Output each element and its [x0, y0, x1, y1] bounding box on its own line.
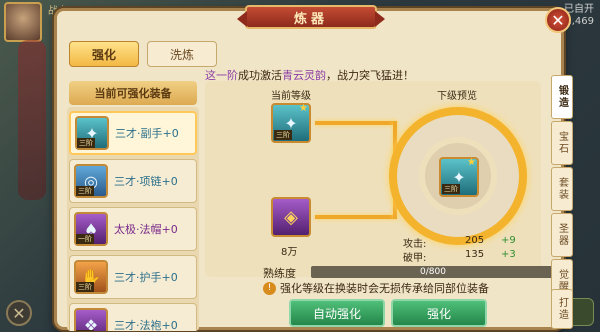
- stat-armor-pen-value: 135: [465, 249, 485, 260]
- tab-forge[interactable]: 锻造: [551, 75, 573, 119]
- warning-text: 强化等级在换装时会无损传承给同部位装备: [280, 282, 489, 295]
- robe-icon: ❖三阶: [74, 308, 108, 331]
- list-item[interactable]: ♠ 一阶 太极·法帽+0: [69, 207, 197, 251]
- tier-badge: 三阶: [274, 130, 292, 140]
- necklace-icon: ◎ 三阶: [74, 164, 108, 198]
- list-item[interactable]: ✦ 三阶 三才·副手+0: [69, 111, 197, 155]
- tier-badge: 三阶: [77, 138, 95, 148]
- current-level-label: 当前等级: [271, 91, 311, 102]
- list-item[interactable]: ✋ 三阶 三才·护手+0: [69, 255, 197, 299]
- item-name: 三才·法袍+0: [114, 319, 178, 331]
- panel-title: 炼器: [237, 5, 385, 29]
- connector-line: [315, 121, 395, 125]
- tier-badge: 一阶: [76, 234, 94, 244]
- cost-amount: 8万: [281, 247, 298, 258]
- tab-gems[interactable]: 宝石: [551, 121, 573, 165]
- warning-note: ! 强化等级在换装时会无损传承给同部位装备: [263, 280, 489, 296]
- bottom-close-icon[interactable]: ✕: [6, 300, 32, 326]
- tab-craft[interactable]: 打造: [551, 289, 573, 329]
- offhand-icon: ✦ 三阶: [75, 116, 109, 150]
- stat-attack-label: 攻击:: [403, 239, 427, 250]
- tier-badge: 三阶: [76, 186, 94, 196]
- material-slot[interactable]: ◈: [271, 197, 311, 237]
- coin-icon: ◈: [284, 206, 298, 228]
- tab-set[interactable]: 套装: [551, 167, 573, 211]
- tier-badge: 三阶: [442, 184, 460, 194]
- preview-label: 下级预览: [437, 91, 477, 102]
- preview-equipment-slot[interactable]: ✦ ★ 三阶: [439, 157, 479, 197]
- star-icon: ★: [299, 103, 308, 114]
- item-name: 三才·护手+0: [114, 271, 178, 284]
- list-item[interactable]: ❖三阶 三才·法袍+0: [69, 303, 197, 331]
- proficiency-bar: 0/800: [311, 266, 555, 278]
- star-icon: ★: [467, 157, 476, 168]
- proficiency-label: 熟练度: [263, 267, 296, 280]
- item-name: 三才·项链+0: [114, 175, 178, 188]
- forge-panel: 炼器 ✕ 强化 洗炼 这一阶成功激活青云灵韵，战力突飞猛进！ 当前可强化装备 ✦…: [54, 5, 573, 331]
- tier-badge: 三阶: [76, 330, 94, 331]
- close-icon[interactable]: ✕: [545, 7, 571, 33]
- strengthen-display: 当前等级 下级预览 ✦ ★ 三阶 ◈ 8万 ✦ ★ 三阶 攻击: 205 +9 …: [205, 81, 541, 277]
- gauntlet-icon: ✋ 三阶: [74, 260, 108, 294]
- info-icon: !: [263, 281, 276, 295]
- stat-armor-pen-label: 破甲:: [403, 253, 427, 264]
- tab-refine[interactable]: 洗炼: [147, 41, 217, 67]
- item-name: 三才·副手+0: [115, 127, 179, 140]
- item-name: 太极·法帽+0: [114, 223, 178, 236]
- connector-line: [315, 215, 395, 219]
- tier-badge: 三阶: [76, 282, 94, 292]
- current-equipment-slot[interactable]: ✦ ★ 三阶: [271, 103, 311, 143]
- equipment-list[interactable]: ✦ 三阶 三才·副手+0 ◎ 三阶 三才·项链+0 ♠ 一阶 太极·法帽+0 ✋ 三阶 …: [67, 107, 199, 331]
- strengthen-button[interactable]: 强化: [391, 299, 487, 327]
- auto-strengthen-button[interactable]: 自动强化: [289, 299, 385, 327]
- list-item[interactable]: ◎ 三阶 三才·项链+0: [69, 159, 197, 203]
- stat-attack-value: 205: [465, 235, 485, 246]
- equipment-list-header: 当前可强化装备: [69, 81, 197, 105]
- tab-artifact[interactable]: 圣器: [551, 213, 573, 257]
- hat-icon: ♠ 一阶: [74, 212, 108, 246]
- stat-attack-increase: +9: [501, 235, 516, 246]
- tab-strengthen[interactable]: 强化: [69, 41, 139, 67]
- scene-character: [18, 40, 46, 200]
- stat-armor-pen-increase: +3: [501, 249, 516, 260]
- player-avatar[interactable]: [4, 2, 42, 42]
